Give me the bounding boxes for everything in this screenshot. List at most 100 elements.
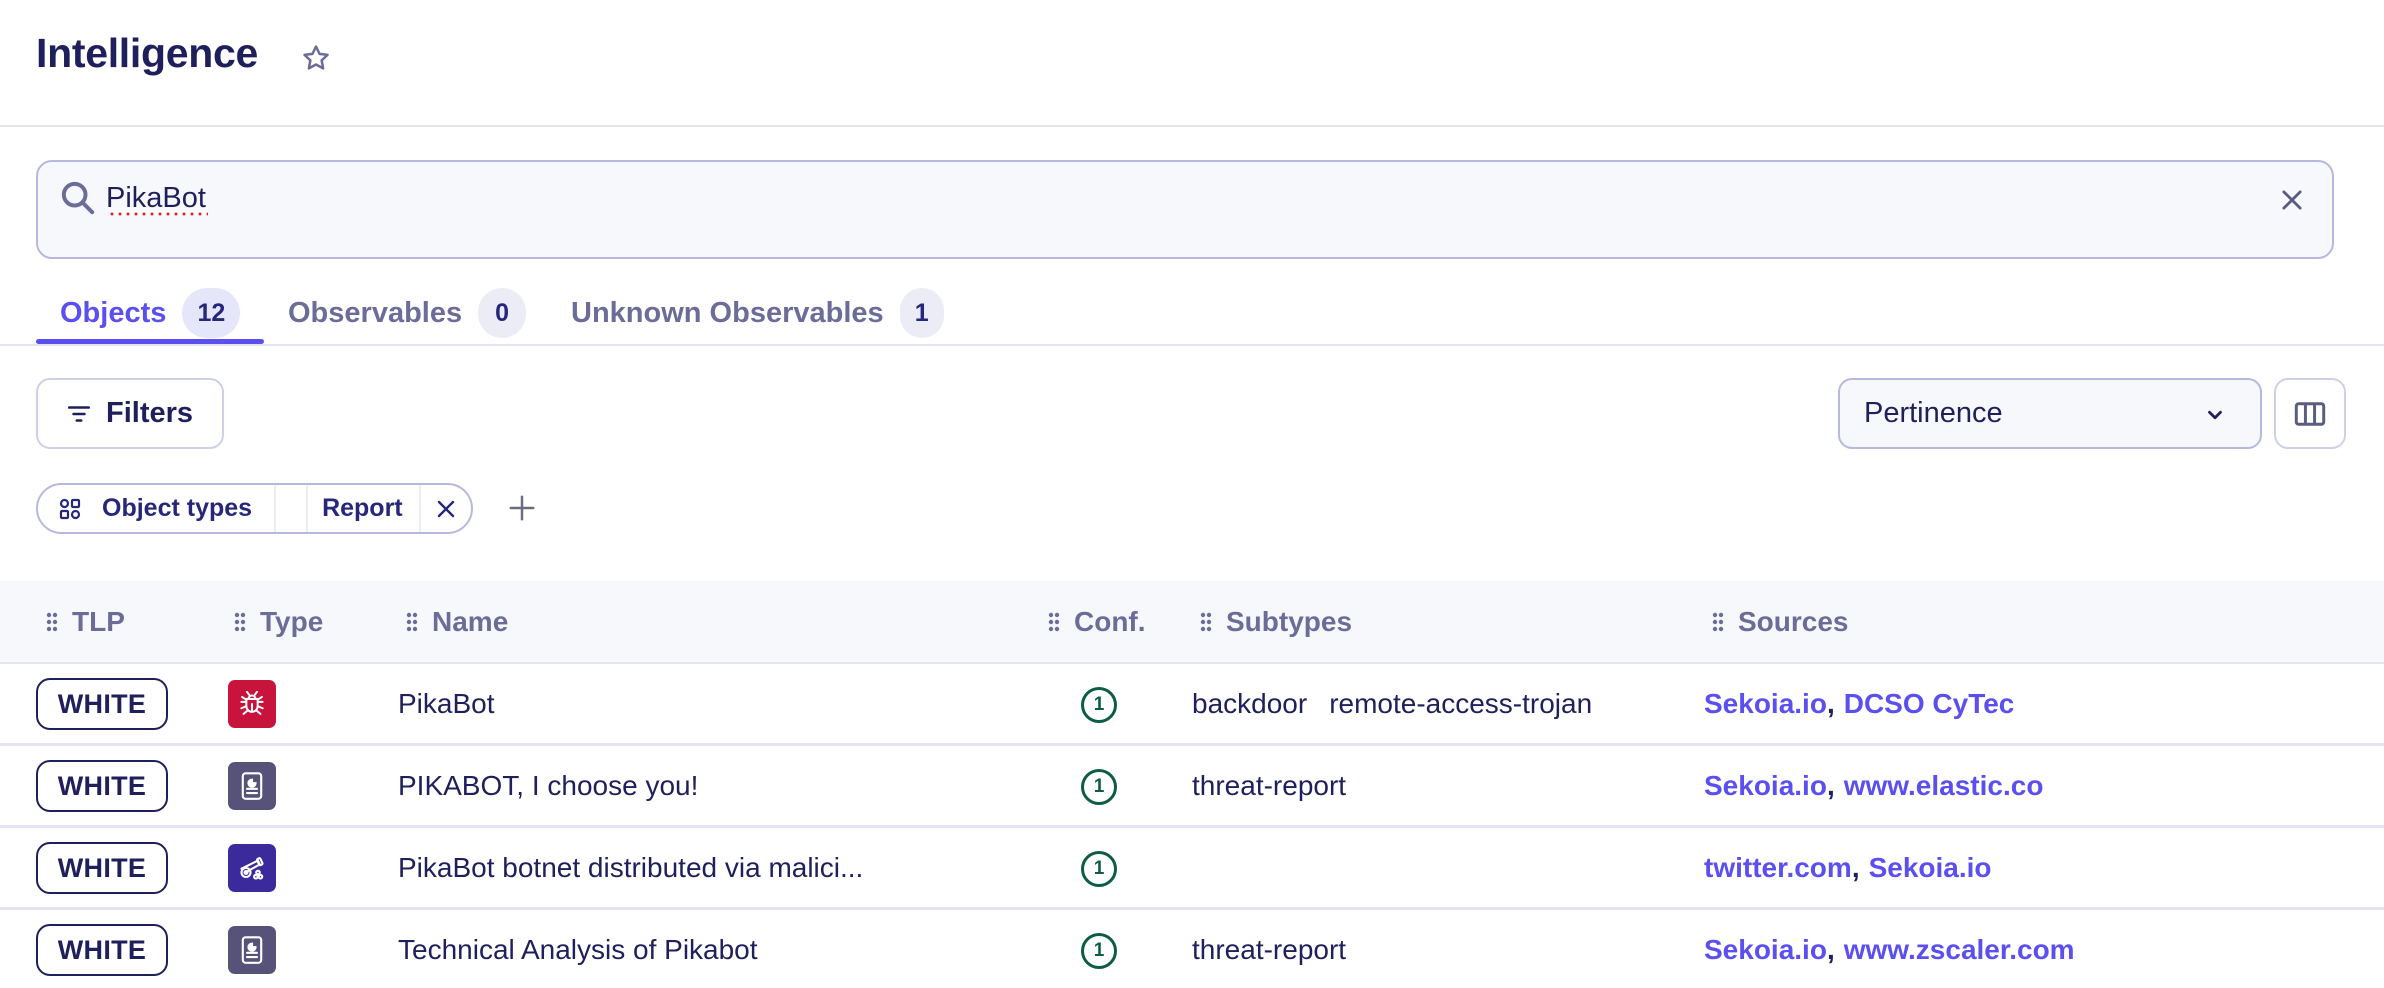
remove-filter-button[interactable] [421,485,471,532]
column-header-sources[interactable]: Sources [1712,581,1849,662]
sources-cell: twitter.com, Sekoia.io [1704,828,1992,907]
tab-label: Unknown Observables [571,296,884,329]
close-icon [2282,190,2302,210]
drag-handle-icon[interactable] [1048,611,1060,633]
drag-handle-icon[interactable] [46,611,58,633]
tab-observables[interactable]: Observables 0 [288,284,527,342]
drag-handle-icon[interactable] [1200,611,1212,633]
tab-count-badge: 1 [899,288,944,338]
column-header-name[interactable]: Name [406,581,508,662]
columns-button[interactable] [2274,378,2346,449]
clear-search-button[interactable] [2274,182,2310,218]
search-input[interactable] [106,176,2206,220]
source-link[interactable]: www.zscaler.com [1844,934,2075,966]
filters-button[interactable]: Filters [36,378,224,449]
active-tab-indicator [36,339,264,344]
table-row[interactable]: WHITE Technical Analysis of Pikabot 1 threa… [0,910,2384,988]
tab-count-badge: 12 [182,288,241,338]
table-row[interactable]: WHITE PikaBot botnet distributed via mali… [0,828,2384,910]
table-row[interactable]: WHITE PikaBot 1 backdoor remote-access-troja… [0,664,2384,746]
filters-label: Filters [106,397,194,429]
source-link[interactable]: twitter.com [1704,852,1852,884]
sources-cell: Sekoia.io, www.elastic.co [1704,746,2043,825]
report-document-icon [228,762,276,810]
object-name-link[interactable]: PikaBot [398,664,495,743]
star-outline-icon [303,45,329,70]
source-separator: , [1826,933,1835,965]
source-link[interactable]: Sekoia.io [1704,934,1827,966]
filter-chip-value[interactable]: Report [308,485,421,532]
confidence-badge: 1 [1081,687,1117,723]
source-separator: , [1826,687,1835,719]
tlp-badge: WHITE [36,678,168,730]
search-box [36,160,2334,259]
source-separator: , [1826,769,1835,801]
drag-handle-icon[interactable] [406,611,418,633]
tab-unknown-observables[interactable]: Unknown Observables 1 [571,284,944,342]
tlp-badge: WHITE [36,924,168,976]
filter-chip-field[interactable]: Object types [38,485,277,532]
table-body: WHITE PikaBot 1 backdoor remote-access-troja… [0,664,2384,988]
source-link[interactable]: DCSO CyTec [1844,688,2015,720]
filter-lines-icon [67,405,91,422]
source-link[interactable]: Sekoia.io [1869,852,1992,884]
source-separator: , [1851,851,1860,883]
sort-value: Pertinence [1864,397,2003,429]
subtypes-cell: threat-report [1192,746,1368,825]
source-link[interactable]: Sekoia.io [1704,688,1827,720]
plus-icon [509,495,535,521]
subtype-tag: remote-access-trojan [1329,687,1593,719]
tab-label: Objects [60,296,167,329]
favorite-button[interactable] [298,40,334,76]
spellcheck-underline [108,212,208,216]
subtype-tag: threat-report [1192,933,1347,965]
column-header-subtypes[interactable]: Subtypes [1200,581,1352,662]
column-header-conf[interactable]: Conf. [1048,581,1146,662]
drag-handle-icon[interactable] [234,611,246,633]
sort-select[interactable]: Pertinence [1838,378,2262,449]
source-link[interactable]: www.elastic.co [1844,770,2044,802]
sources-cell: Sekoia.io, www.zscaler.com [1704,910,2075,988]
search-icon [61,181,95,215]
source-link[interactable]: Sekoia.io [1704,770,1827,802]
column-header-label: TLP [72,605,125,637]
confidence-badge: 1 [1081,769,1117,805]
tab-label: Observables [288,296,463,329]
table-header: TLP Type Name Conf. Subtypes Sources [0,581,2384,664]
filter-field-label: Object types [102,494,253,522]
report-document-icon [228,926,276,974]
tlp-badge: WHITE [36,760,168,812]
chevron-down-icon [2208,410,2222,420]
bug-icon [228,680,276,728]
columns-icon [2294,401,2326,426]
page-header: Intelligence [0,0,2384,127]
column-header-label: Name [432,605,509,637]
table-row[interactable]: WHITE PIKABOT, I choose you! 1 threat-repor… [0,746,2384,828]
confidence-badge: 1 [1081,933,1117,969]
tab-count-badge: 0 [478,288,527,338]
drag-handle-icon[interactable] [1712,611,1724,633]
object-name-link[interactable]: PikaBot botnet distributed via malici... [398,828,863,907]
tlp-badge: WHITE [36,842,168,894]
column-header-tlp[interactable]: TLP [46,581,125,662]
column-header-label: Conf. [1074,605,1146,637]
object-name-link[interactable]: Technical Analysis of Pikabot [398,910,758,988]
add-filter-button[interactable] [504,490,540,526]
subtypes-cell: threat-report [1192,910,1368,988]
subtype-tag: threat-report [1192,769,1347,801]
subtypes-cell: backdoor remote-access-trojan [1192,664,1614,743]
object-name-link[interactable]: PIKABOT, I choose you! [398,746,698,825]
grid-shapes-icon [59,498,81,519]
column-header-label: Sources [1738,605,1849,637]
filter-chip-object-types: Object types Report [36,483,473,534]
filter-chip-operator[interactable] [276,485,309,532]
subtype-tag: backdoor [1192,687,1308,719]
column-header-type[interactable]: Type [234,581,323,662]
result-tabs: Objects 12 Observables 0 Unknown Observa… [0,280,2384,346]
sources-cell: Sekoia.io, DCSO CyTec [1704,664,2014,743]
page-title: Intelligence [36,30,258,76]
tab-objects[interactable]: Objects 12 [60,284,241,342]
cannon-icon [228,844,276,892]
confidence-badge: 1 [1081,851,1117,887]
close-icon [437,500,454,517]
